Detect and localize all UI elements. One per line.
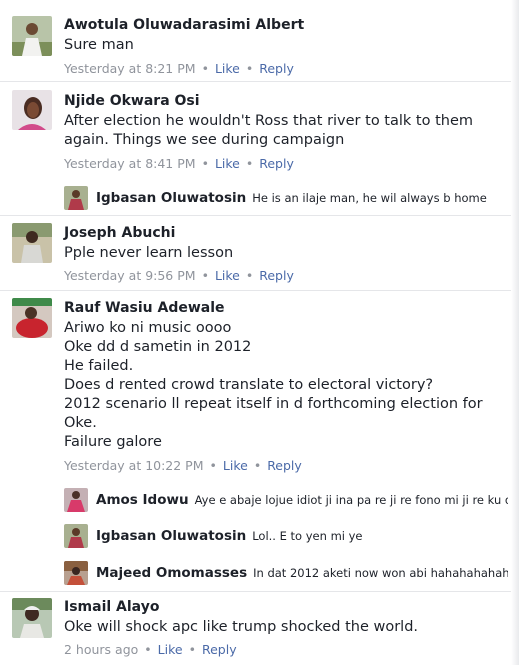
avatar[interactable] <box>64 186 88 210</box>
reply-link[interactable]: Reply <box>259 156 294 171</box>
reply: Igbasan Oluwatosin Lol.. E to yen mi ye <box>96 528 508 544</box>
comment-text: Ariwo ko ni music oooo Oke dd d sametin … <box>64 320 483 450</box>
avatar[interactable] <box>12 90 52 130</box>
timestamp[interactable]: Yesterday at 10:22 PM <box>64 458 204 473</box>
reply-text: In dat 2012 aketi now won abi hahahahaha… <box>253 566 508 580</box>
comment-text: Sure man <box>64 37 134 53</box>
avatar[interactable] <box>64 488 88 512</box>
commenter-name[interactable]: Njide Okwara Osi <box>64 93 200 109</box>
reply-link[interactable]: Reply <box>259 61 294 76</box>
comment-meta: Yesterday at 9:56 PM • Like • Reply <box>64 268 294 283</box>
reply-author[interactable]: Igbasan Oluwatosin <box>96 528 246 544</box>
commenter-name[interactable]: Rauf Wasiu Adewale <box>64 300 225 316</box>
comment-text: Pple never learn lesson <box>64 245 234 261</box>
divider <box>0 591 519 592</box>
timestamp[interactable]: Yesterday at 9:56 PM <box>64 268 196 283</box>
timestamp[interactable]: 2 hours ago <box>64 642 138 657</box>
reply-author[interactable]: Amos Idowu <box>96 492 189 508</box>
like-link[interactable]: Like <box>223 458 248 473</box>
reply-text: He is an ilaje man, he wil always b home <box>252 191 487 205</box>
timestamp[interactable]: Yesterday at 8:41 PM <box>64 156 196 171</box>
comment-meta: Yesterday at 8:41 PM • Like • Reply <box>64 156 294 171</box>
like-link[interactable]: Like <box>215 61 240 76</box>
reply-text: Lol.. E to yen mi ye <box>252 529 363 543</box>
avatar[interactable] <box>64 524 88 548</box>
like-link[interactable]: Like <box>215 156 240 171</box>
divider <box>0 290 519 291</box>
reply-text: Aye e abaje lojue idiot ji ina pa re ji … <box>194 493 508 507</box>
avatar[interactable] <box>12 598 52 638</box>
avatar[interactable] <box>12 298 52 338</box>
comment-meta: 2 hours ago • Like • Reply <box>64 642 237 657</box>
reply-author[interactable]: Igbasan Oluwatosin <box>96 190 246 206</box>
reply-link[interactable]: Reply <box>267 458 302 473</box>
comment-meta: Yesterday at 8:21 PM • Like • Reply <box>64 61 294 76</box>
divider <box>0 215 519 216</box>
comment-feed: Awotula Oluwadarasimi Albert Sure man Ye… <box>0 0 519 665</box>
divider <box>0 81 519 82</box>
avatar[interactable] <box>12 16 52 56</box>
commenter-name[interactable]: Joseph Abuchi <box>64 225 175 241</box>
commenter-name[interactable]: Ismail Alayo <box>64 599 159 615</box>
reply: Majeed Omomasses In dat 2012 aketi now wo… <box>96 565 508 581</box>
like-link[interactable]: Like <box>215 268 240 283</box>
comment-text: After election he wouldn't Ross that riv… <box>64 113 473 148</box>
comment-meta: Yesterday at 10:22 PM • Like • Reply <box>64 458 302 473</box>
avatar[interactable] <box>12 223 52 263</box>
scroll-edge <box>511 0 519 665</box>
reply: Amos Idowu Aye e abaje lojue idiot ji ina… <box>96 492 508 508</box>
reply: Igbasan Oluwatosin He is an ilaje man, he… <box>96 190 508 206</box>
like-link[interactable]: Like <box>158 642 183 657</box>
reply-link[interactable]: Reply <box>202 642 237 657</box>
timestamp[interactable]: Yesterday at 8:21 PM <box>64 61 196 76</box>
reply-author[interactable]: Majeed Omomasses <box>96 565 247 581</box>
reply-link[interactable]: Reply <box>259 268 294 283</box>
comment-text: Oke will shock apc like trump shocked th… <box>64 619 419 635</box>
avatar[interactable] <box>64 561 88 585</box>
commenter-name[interactable]: Awotula Oluwadarasimi Albert <box>64 17 304 33</box>
